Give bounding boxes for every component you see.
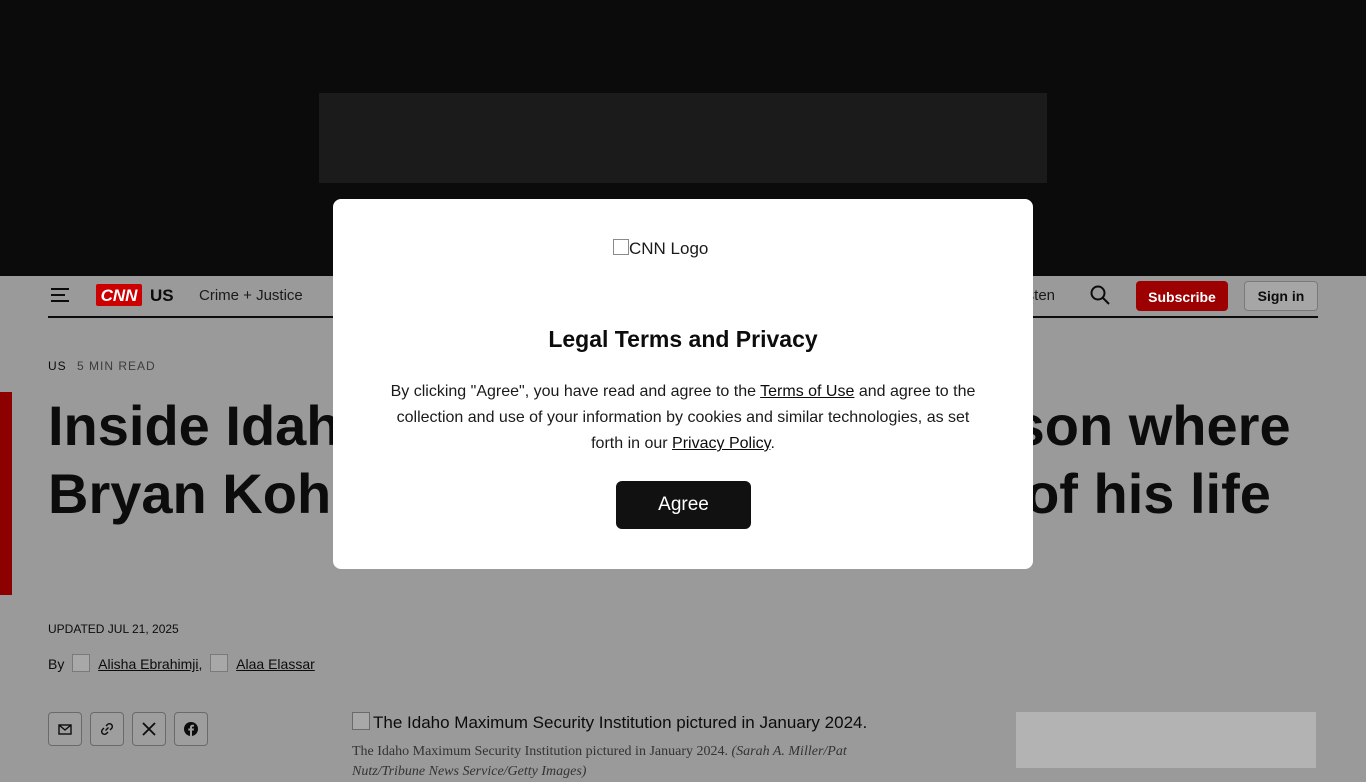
share-link-button[interactable] — [90, 712, 124, 746]
modal-cnn-logo: CNN Logo — [613, 239, 753, 261]
author-avatar — [210, 654, 229, 672]
sidebar-ad — [1016, 712, 1316, 768]
sign-in-button[interactable]: Sign in — [1244, 281, 1318, 311]
ad-slot — [319, 93, 1047, 183]
mail-icon — [58, 724, 72, 735]
headline-accent-bar — [0, 392, 12, 595]
byline: By Alisha Ebrahimji, Alaa Elassar — [48, 654, 315, 672]
article-kicker: US 5 MIN READ — [48, 359, 156, 373]
broken-image-icon — [352, 712, 370, 730]
byline-prefix: By — [48, 656, 65, 672]
author-link[interactable]: Alisha Ebrahimji — [98, 656, 198, 672]
x-icon — [142, 722, 156, 736]
nav-link-crime-justice[interactable]: Crime + Justice — [199, 287, 303, 304]
cnn-logo[interactable]: CNN — [96, 284, 142, 306]
terms-of-use-link[interactable]: Terms of Use — [760, 383, 854, 400]
broken-image-icon — [613, 239, 629, 255]
body-text: By clicking "Agree", you have read and a… — [390, 383, 761, 400]
logo-alt-text: CNN Logo — [629, 239, 709, 258]
link-icon — [100, 722, 114, 736]
image-alt-text: The Idaho Maximum Security Institution p… — [373, 713, 868, 732]
read-time: 5 MIN READ — [77, 359, 156, 373]
facebook-icon — [184, 722, 198, 737]
search-icon[interactable] — [1090, 285, 1110, 305]
share-facebook-button[interactable] — [174, 712, 208, 746]
modal-title: Legal Terms and Privacy — [548, 326, 818, 352]
author-avatar — [72, 654, 91, 672]
agree-button[interactable]: Agree — [616, 481, 751, 529]
section-title[interactable]: US — [150, 286, 174, 306]
caption-text: The Idaho Maximum Security Institution p… — [352, 744, 728, 759]
author-separator: , — [198, 656, 203, 672]
body-text: . — [770, 435, 775, 452]
subscribe-button[interactable]: Subscribe — [1136, 281, 1228, 311]
image-caption: The Idaho Maximum Security Institution p… — [352, 742, 872, 782]
article-image: The Idaho Maximum Security Institution p… — [352, 712, 867, 733]
svg-text:CNN: CNN — [101, 286, 139, 305]
author-link[interactable]: Alaa Elassar — [236, 656, 315, 672]
legal-terms-modal: CNN Logo Legal Terms and Privacy By clic… — [333, 199, 1033, 569]
kicker-section[interactable]: US — [48, 359, 67, 373]
privacy-policy-link[interactable]: Privacy Policy — [672, 435, 770, 452]
updated-timestamp: UPDATED JUL 21, 2025 — [48, 622, 179, 636]
share-x-button[interactable] — [132, 712, 166, 746]
modal-body: By clicking "Agree", you have read and a… — [383, 379, 983, 457]
share-email-button[interactable] — [48, 712, 82, 746]
menu-icon[interactable] — [51, 288, 69, 302]
